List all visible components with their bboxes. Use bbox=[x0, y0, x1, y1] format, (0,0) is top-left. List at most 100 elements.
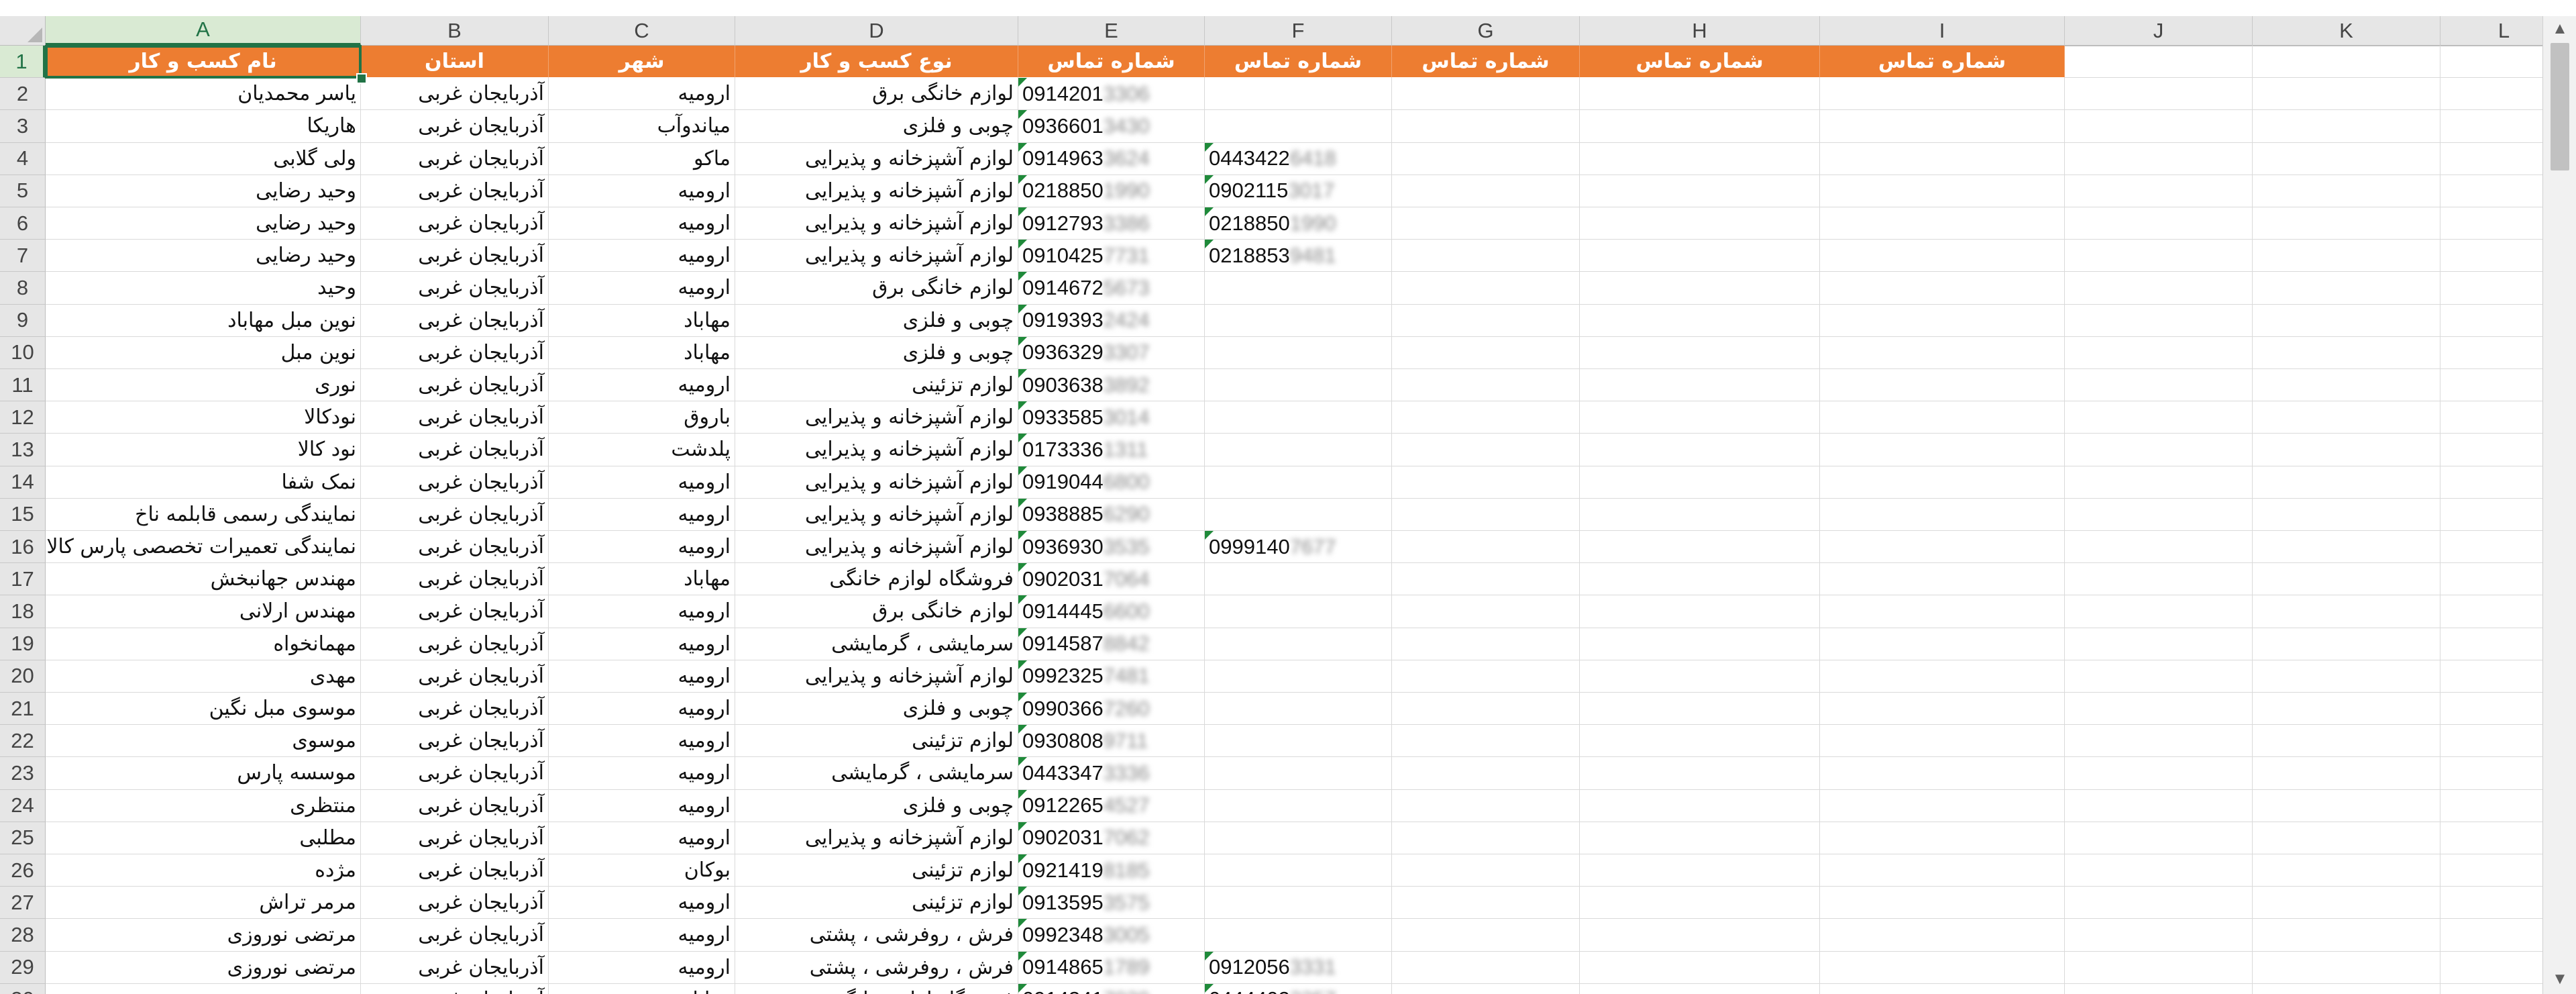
row-header[interactable]: 1 bbox=[0, 46, 46, 79]
cell-phone-e[interactable]: 0912265 4527 bbox=[1018, 789, 1205, 822]
grid-cell[interactable] bbox=[1392, 660, 1580, 693]
cell-phone-e[interactable]: 0936329 3307 bbox=[1018, 336, 1205, 369]
grid-cell[interactable] bbox=[2253, 207, 2440, 240]
grid-cell[interactable] bbox=[2065, 531, 2253, 564]
grid-cell[interactable] bbox=[1580, 563, 1820, 596]
cell-name[interactable]: هاریکا bbox=[46, 110, 361, 143]
cell-city[interactable]: باروق bbox=[549, 401, 735, 434]
cell-phone-e[interactable]: 0914865 1789 bbox=[1018, 951, 1205, 984]
grid-cell[interactable] bbox=[2065, 757, 2253, 790]
grid-cell[interactable] bbox=[2065, 983, 2253, 994]
cell-name[interactable]: مرتضی نوروزی bbox=[46, 919, 361, 952]
grid-cell[interactable] bbox=[1820, 531, 2065, 564]
grid-cell[interactable] bbox=[2065, 951, 2253, 984]
grid-cell[interactable] bbox=[1820, 919, 2065, 952]
cell-type[interactable]: لوازم آشپزخانه و پذیرایی bbox=[735, 207, 1018, 240]
cell-name[interactable]: مهندس جهانبخش bbox=[46, 563, 361, 596]
cell-type[interactable]: سرمایشی ، گرمایشی bbox=[735, 628, 1018, 660]
row-header[interactable]: 27 bbox=[0, 887, 46, 920]
cell-city[interactable]: ماکو bbox=[549, 142, 735, 175]
grid-cell[interactable] bbox=[2065, 207, 2253, 240]
row-header[interactable]: 26 bbox=[0, 854, 46, 887]
grid-cell[interactable] bbox=[1205, 822, 1392, 854]
cell-type[interactable]: لوازم آشپزخانه و پذیرایی bbox=[735, 466, 1018, 499]
column-header-c[interactable]: C bbox=[549, 16, 735, 46]
cell-name[interactable]: وحید bbox=[46, 272, 361, 305]
grid-cell[interactable] bbox=[1820, 207, 2065, 240]
cell-province[interactable]: آذربایجان غربی bbox=[361, 175, 549, 207]
cell-city[interactable]: ارومیه bbox=[549, 628, 735, 660]
grid-cell[interactable] bbox=[1392, 789, 1580, 822]
grid-cell[interactable] bbox=[1820, 240, 2065, 272]
header-cell-b[interactable]: استان bbox=[361, 46, 549, 79]
cell-name[interactable]: منتظری bbox=[46, 789, 361, 822]
cell-phone-f[interactable]: 0902115 3017 bbox=[1205, 175, 1392, 207]
scroll-up-arrow-icon[interactable]: ▲ bbox=[2550, 19, 2570, 39]
cell-city[interactable]: مهاباد bbox=[549, 983, 735, 994]
grid-cell[interactable] bbox=[2253, 336, 2440, 369]
grid-cell[interactable] bbox=[1205, 110, 1392, 143]
column-header-f[interactable]: F bbox=[1205, 16, 1392, 46]
grid-cell[interactable] bbox=[1820, 142, 2065, 175]
grid-cell[interactable] bbox=[1580, 272, 1820, 305]
row-header[interactable]: 20 bbox=[0, 660, 46, 693]
cell-type[interactable]: لوازم آشپزخانه و پذیرایی bbox=[735, 531, 1018, 564]
grid-cell[interactable] bbox=[1580, 304, 1820, 337]
grid-cell[interactable] bbox=[1820, 757, 2065, 790]
cell-type[interactable]: لوازم آشپزخانه و پذیرایی bbox=[735, 498, 1018, 531]
select-all-button[interactable] bbox=[0, 16, 46, 46]
cell-name[interactable]: یاسر محمدیان bbox=[46, 78, 361, 111]
grid-cell[interactable] bbox=[1820, 369, 2065, 402]
grid-cell[interactable] bbox=[1205, 434, 1392, 466]
cell-type[interactable]: لوازم آشپزخانه و پذیرایی bbox=[735, 822, 1018, 854]
cell-phone-e[interactable]: 0919393 2424 bbox=[1018, 304, 1205, 337]
cell-province[interactable]: آذربایجان غربی bbox=[361, 78, 549, 111]
grid-cell[interactable] bbox=[1580, 498, 1820, 531]
grid-cell[interactable] bbox=[1205, 401, 1392, 434]
cell-name[interactable]: نمایندگی رسمی قابلمه ناخ bbox=[46, 498, 361, 531]
grid-cell[interactable] bbox=[2065, 822, 2253, 854]
grid-cell[interactable] bbox=[1580, 336, 1820, 369]
cell-type[interactable]: لوازم تزئینی bbox=[735, 369, 1018, 402]
grid-cell[interactable] bbox=[1580, 951, 1820, 984]
grid-cell[interactable] bbox=[1580, 919, 1820, 952]
cell-type[interactable]: لوازم آشپزخانه و پذیرایی bbox=[735, 142, 1018, 175]
column-header-b[interactable]: B bbox=[361, 16, 549, 46]
cell-type[interactable]: چوبی و فلزی bbox=[735, 693, 1018, 726]
grid-cell[interactable] bbox=[2253, 854, 2440, 887]
grid-cell[interactable] bbox=[1205, 498, 1392, 531]
cell-province[interactable]: آذربایجان غربی bbox=[361, 207, 549, 240]
cell-name[interactable]: مطلبی bbox=[46, 822, 361, 854]
grid-cell[interactable] bbox=[1820, 789, 2065, 822]
grid-cell[interactable] bbox=[1580, 240, 1820, 272]
grid-cell[interactable] bbox=[1820, 498, 2065, 531]
grid-cell[interactable] bbox=[2065, 175, 2253, 207]
cell-name[interactable]: ولی گلابی bbox=[46, 142, 361, 175]
grid-cell[interactable] bbox=[1392, 887, 1580, 920]
row-header[interactable]: 15 bbox=[0, 498, 46, 531]
grid-cell[interactable] bbox=[2065, 336, 2253, 369]
grid-cell[interactable] bbox=[1820, 887, 2065, 920]
header-cell-d[interactable]: نوع کسب و کار bbox=[735, 46, 1018, 79]
cell-province[interactable]: آذربایجان غربی bbox=[361, 822, 549, 854]
grid-cell[interactable] bbox=[1205, 757, 1392, 790]
grid-cell[interactable] bbox=[2065, 142, 2253, 175]
cell-city[interactable]: ارومیه bbox=[549, 369, 735, 402]
grid-cell[interactable] bbox=[2253, 983, 2440, 994]
cell-name[interactable]: نودکالا bbox=[46, 401, 361, 434]
grid-cell[interactable] bbox=[1392, 919, 1580, 952]
grid-cell[interactable] bbox=[1580, 175, 1820, 207]
grid-cell[interactable] bbox=[2253, 110, 2440, 143]
grid-cell[interactable] bbox=[2065, 887, 2253, 920]
cell-phone-e[interactable]: 0173336 1311 bbox=[1018, 434, 1205, 466]
cell-name[interactable]: نود کالا bbox=[46, 434, 361, 466]
cell-type[interactable]: فروشگاه لوازم خانگی bbox=[735, 983, 1018, 994]
grid-cell[interactable] bbox=[46, 983, 361, 994]
grid-cell[interactable] bbox=[1205, 369, 1392, 402]
grid-cell[interactable] bbox=[1392, 951, 1580, 984]
grid-cell[interactable] bbox=[2065, 110, 2253, 143]
grid-cell[interactable] bbox=[2065, 498, 2253, 531]
grid-cell[interactable] bbox=[1580, 531, 1820, 564]
cell-name[interactable]: وحید رضایی bbox=[46, 240, 361, 272]
grid-cell[interactable] bbox=[2253, 369, 2440, 402]
